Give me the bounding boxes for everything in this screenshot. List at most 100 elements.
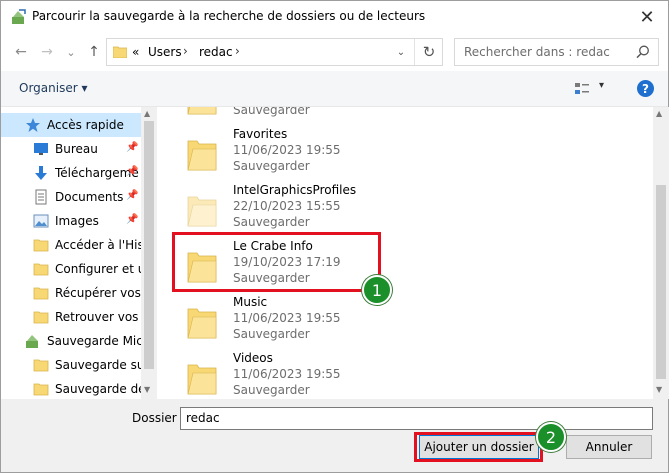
- scroll-up-icon[interactable]: ▲: [144, 109, 150, 118]
- sidebar-item-label: Documents: [55, 190, 124, 204]
- address-prefix[interactable]: «: [132, 45, 139, 59]
- refresh-button[interactable]: ↻: [414, 39, 443, 65]
- download-icon: [35, 166, 47, 180]
- scroll-down-icon[interactable]: ▼: [656, 385, 662, 394]
- close-button[interactable]: ✕: [634, 5, 660, 29]
- sidebar-item-label: Configurer et uti: [55, 262, 141, 276]
- address-dropdown-button[interactable]: ⌄: [389, 39, 413, 65]
- file-type: Sauvegarder: [233, 215, 310, 229]
- address-bar[interactable]: « Users › redac › ⌄ ↻: [106, 38, 443, 66]
- file-date: 11/06/2023 19:55: [233, 311, 341, 325]
- title-bar: Parcourir la sauvegarde à la recherche d…: [1, 1, 668, 33]
- forward-button[interactable]: →: [37, 42, 57, 62]
- file-name: Videos: [233, 351, 273, 365]
- folder-icon: [187, 364, 217, 395]
- sidebar-item[interactable]: Documents 📌: [1, 185, 141, 209]
- up-button[interactable]: ↑: [84, 42, 104, 62]
- sidebar-item[interactable]: Configurer et uti: [1, 257, 141, 281]
- search-icon[interactable]: [636, 45, 650, 59]
- file-type: Sauvegarder: [233, 383, 310, 397]
- help-button[interactable]: ?: [637, 80, 654, 97]
- file-date: 22/10/2023 15:55: [233, 199, 341, 213]
- folder-icon: [113, 46, 127, 58]
- sidebar-item[interactable]: Sauvegarde sur l: [1, 353, 141, 377]
- scrollbar-thumb[interactable]: [144, 121, 154, 369]
- address-separator[interactable]: ›: [183, 44, 188, 58]
- folder-icon: [33, 239, 49, 252]
- step-badge-2: 2: [536, 422, 566, 452]
- file-date: 11/06/2023 19:55: [233, 143, 341, 157]
- folder-icon: [187, 196, 217, 227]
- sidebar-item-label: Images: [55, 214, 99, 228]
- sidebar-item[interactable]: Retrouver vos do: [1, 305, 141, 329]
- sidebar-item[interactable]: Images 📌: [1, 209, 141, 233]
- documents-icon: [35, 189, 47, 205]
- sidebar-item-label: Bureau: [55, 142, 98, 156]
- view-options-icon[interactable]: [574, 81, 590, 97]
- navigation-pane: Accès rapide Bureau 📌 Téléchargeme 📌 Document…: [1, 107, 157, 399]
- cancel-button[interactable]: Annuler: [566, 435, 652, 459]
- view-dropdown-icon[interactable]: ▾: [599, 80, 604, 91]
- recent-locations-button[interactable]: ⌄: [61, 42, 81, 62]
- address-segment-redac[interactable]: redac: [199, 45, 233, 59]
- folder-icon: [187, 308, 217, 339]
- folder-field-label: Dossier :: [132, 411, 185, 425]
- file-list-item[interactable]: IntelGraphicsProfiles 22/10/2023 15:55 Sau…: [157, 181, 637, 237]
- sidebar-item-label: Récupérer vos fic: [55, 286, 141, 300]
- organise-menu-button[interactable]: Organiser ▾: [19, 81, 87, 95]
- sidebar-item-label: Accéder à l'Histo: [55, 238, 141, 252]
- desktop-icon: [34, 143, 48, 155]
- pin-icon: 📌: [126, 214, 139, 225]
- file-list-item[interactable]: Favorites 11/06/2023 19:55 Sauvegarder: [157, 125, 637, 181]
- highlight-frame-add-button: [414, 432, 543, 462]
- navigation-pane-scrollbar[interactable]: ▲ ▼: [141, 107, 157, 399]
- scroll-down-icon[interactable]: ▼: [144, 385, 150, 394]
- step-badge-1: 1: [362, 275, 392, 305]
- address-segment-users[interactable]: Users: [148, 45, 182, 59]
- sidebar-item-label: Retrouver vos do: [55, 310, 141, 324]
- sidebar-item[interactable]: Sauvegarde de r: [1, 377, 141, 399]
- folder-icon: [187, 140, 217, 171]
- file-date: 11/06/2023 19:55: [233, 367, 341, 381]
- sidebar-item[interactable]: Sauvegarde Micro: [1, 329, 141, 353]
- scrollbar-thumb[interactable]: [656, 185, 666, 379]
- sidebar-item[interactable]: Récupérer vos fic: [1, 281, 141, 305]
- file-list-item[interactable]: Music 11/06/2023 19:55 Sauvegarder: [157, 293, 637, 349]
- sidebar-item[interactable]: Accéder à l'Histo: [1, 233, 141, 257]
- file-type: Sauvegarder: [233, 107, 310, 117]
- file-list-scrollbar[interactable]: ▲ ▼: [653, 107, 669, 399]
- sidebar-item[interactable]: Téléchargeme 📌: [1, 161, 141, 185]
- folder-field-value: redac: [186, 411, 220, 425]
- folder-icon: [33, 311, 49, 324]
- back-button[interactable]: ←: [11, 42, 31, 62]
- file-type: Sauvegarder: [233, 159, 310, 173]
- highlight-frame-folder: [172, 232, 381, 292]
- backup-icon: [26, 335, 38, 348]
- sidebar-item[interactable]: Bureau 📌: [1, 137, 141, 161]
- command-toolbar: Organiser ▾ ▾ ?: [1, 71, 668, 107]
- folder-icon: [33, 383, 49, 396]
- sidebar-item-label: Sauvegarde de r: [55, 382, 141, 396]
- sidebar-item-label: Sauvegarde sur l: [55, 358, 141, 372]
- file-type: Sauvegarder: [233, 327, 310, 341]
- pin-icon: 📌: [126, 142, 139, 153]
- file-list-item[interactable]: Sauvegarder: [157, 107, 637, 125]
- folder-icon: [33, 287, 49, 300]
- sidebar-item-label: Accès rapide: [47, 118, 124, 132]
- windows-backup-icon: [12, 9, 26, 24]
- sidebar-item[interactable]: Accès rapide: [1, 113, 141, 137]
- search-placeholder: Rechercher dans : redac: [464, 45, 610, 59]
- window-title: Parcourir la sauvegarde à la recherche d…: [32, 9, 426, 23]
- file-list-item[interactable]: Videos 11/06/2023 19:55 Sauvegarder: [157, 349, 637, 399]
- address-separator[interactable]: ›: [235, 44, 240, 58]
- folder-icon: [33, 263, 49, 276]
- scroll-up-icon[interactable]: ▲: [656, 109, 662, 118]
- folder-icon: [187, 107, 217, 115]
- folder-field[interactable]: redac: [180, 407, 653, 430]
- sidebar-item-label: Sauvegarde Micro: [47, 334, 141, 348]
- star-icon: [26, 118, 40, 132]
- search-input[interactable]: Rechercher dans : redac: [454, 38, 659, 66]
- browse-backup-dialog: Parcourir la sauvegarde à la recherche d…: [0, 0, 669, 473]
- bottom-panel: Dossier : redac Ajouter un dossier Annul…: [1, 399, 668, 472]
- pin-icon: 📌: [126, 166, 139, 177]
